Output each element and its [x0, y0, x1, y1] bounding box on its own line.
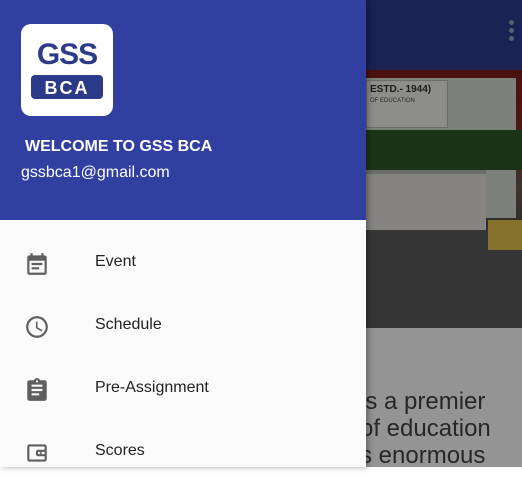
navigation-drawer: GSS BCA WELCOME TO GSS BCA gssbca1@gmail… [0, 0, 366, 467]
menu-item-label: Pre-Assignment [95, 379, 209, 396]
menu-item-label: Scores [95, 442, 145, 459]
user-email: gssbca1@gmail.com [21, 164, 170, 181]
welcome-text: WELCOME TO GSS BCA [25, 138, 213, 155]
menu-item-label: Schedule [95, 316, 162, 333]
menu-item-pre-assignment[interactable]: Pre-Assignment [0, 358, 366, 420]
clock-icon [24, 314, 50, 340]
logo-text-top: GSS [36, 38, 98, 71]
gss-bca-logo: GSS BCA [21, 24, 113, 116]
menu-item-scores[interactable]: Scores [0, 421, 366, 483]
menu-item-schedule[interactable]: Schedule [0, 295, 366, 357]
menu-item-event[interactable]: Event [0, 232, 366, 294]
menu-item-label: Event [95, 253, 136, 270]
clipboard-icon [24, 377, 50, 403]
drawer-header: GSS BCA WELCOME TO GSS BCA gssbca1@gmail… [0, 0, 366, 220]
wallet-icon [24, 440, 50, 466]
calendar-icon [24, 251, 50, 277]
logo-text-bottom: BCA [44, 78, 90, 98]
